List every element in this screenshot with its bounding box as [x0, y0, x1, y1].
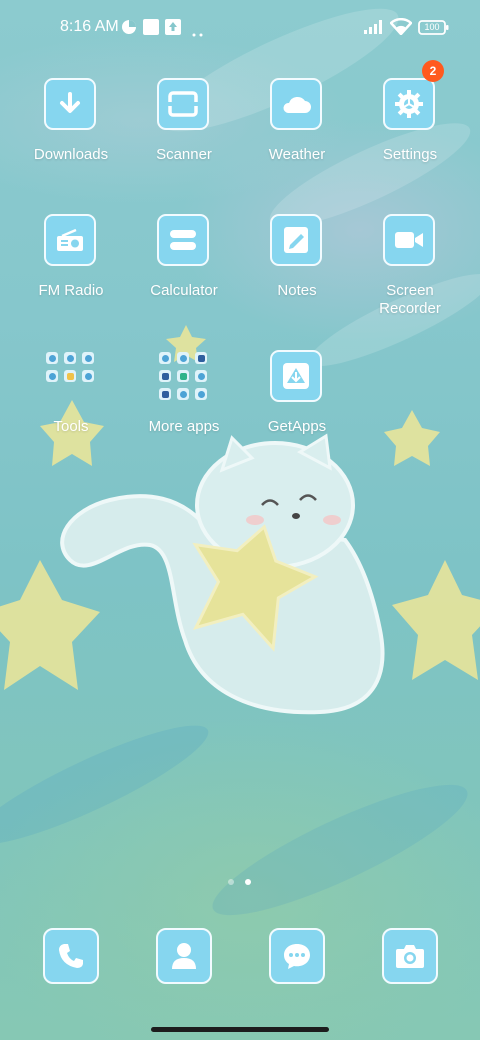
- app-getapps[interactable]: GetApps: [241, 350, 353, 460]
- app-label: GetApps: [267, 418, 327, 435]
- status-bar: 8:16 AM 100: [0, 0, 480, 56]
- dock-contacts[interactable]: [156, 928, 212, 984]
- app-label: More apps: [148, 418, 220, 435]
- app-screen-recorder[interactable]: Screen Recorder: [354, 214, 466, 324]
- note-pencil-icon: [270, 214, 322, 266]
- video-camera-icon: [383, 214, 435, 266]
- radio-icon: [44, 214, 96, 266]
- phone-icon: [59, 944, 83, 968]
- notification-badge: 2: [422, 60, 444, 82]
- download-arrow-icon: [44, 78, 96, 130]
- app-scanner[interactable]: Scanner: [128, 78, 240, 188]
- app-weather[interactable]: Weather: [241, 78, 353, 188]
- app-notes[interactable]: Notes: [241, 214, 353, 324]
- page-dot-1[interactable]: [228, 879, 234, 885]
- app-label: Tools: [53, 418, 89, 435]
- app-fm-radio[interactable]: FM Radio: [15, 214, 127, 324]
- app-label: Downloads: [33, 146, 109, 163]
- app-label: Scanner: [156, 146, 212, 163]
- app-label: Screen Recorder: [379, 282, 441, 317]
- camera-icon: [396, 945, 424, 968]
- battery-icon: 100: [418, 20, 450, 41]
- battery-level: 100: [424, 22, 440, 32]
- upload-box-icon: [165, 19, 181, 40]
- app-label: Calculator: [150, 282, 218, 299]
- app-settings[interactable]: 2 Settings: [354, 60, 466, 188]
- folder-icon: [42, 350, 100, 408]
- store-icon: [270, 350, 322, 402]
- folder-icon: [155, 350, 213, 408]
- app-label: FM Radio: [38, 282, 104, 299]
- notification-square-icon: [143, 19, 159, 40]
- app-calculator[interactable]: Calculator: [128, 214, 240, 324]
- scan-frame-icon: [157, 78, 209, 130]
- cloud-icon: [270, 78, 322, 130]
- dock-camera[interactable]: [382, 928, 438, 984]
- app-label: Weather: [268, 146, 326, 163]
- gear-icon: [383, 78, 435, 130]
- calculator-icon: [157, 214, 209, 266]
- app-label: Notes: [277, 282, 317, 299]
- more-dots-icon: [192, 24, 204, 42]
- data-saver-icon: [121, 19, 137, 40]
- dock-phone[interactable]: [43, 928, 99, 984]
- app-label: Settings: [382, 146, 438, 163]
- home-screen: 8:16 AM 100 Downloads Scanner Weather 2 …: [0, 0, 480, 1040]
- chat-bubble-icon: [284, 944, 310, 969]
- signal-icon: [364, 20, 386, 39]
- page-dot-2[interactable]: [245, 879, 251, 885]
- wifi-icon: [389, 18, 413, 40]
- contact-person-icon: [172, 943, 196, 969]
- folder-tools[interactable]: Tools: [15, 350, 127, 460]
- folder-more-apps[interactable]: More apps: [128, 350, 240, 460]
- status-time: 8:16 AM: [60, 18, 119, 35]
- dock-messages[interactable]: [269, 928, 325, 984]
- home-gesture-bar[interactable]: [151, 1027, 329, 1032]
- app-downloads[interactable]: Downloads: [15, 78, 127, 188]
